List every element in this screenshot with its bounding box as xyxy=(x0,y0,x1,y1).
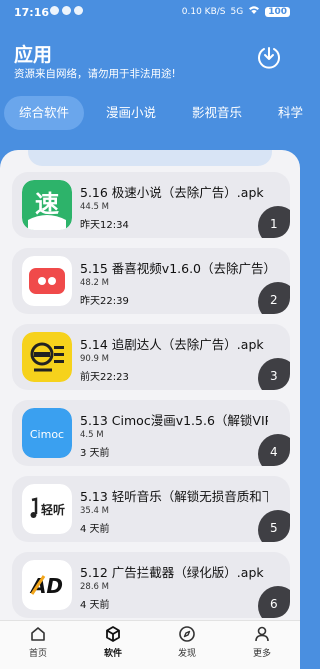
tab-comics-novels[interactable]: 漫画小说 xyxy=(94,96,168,130)
app-icon-text: Cimoc xyxy=(30,428,64,441)
app-card[interactable]: 轻听 5.13 轻听音乐（解锁无损音质和下载）.apk 35.4 M 4 天前 … xyxy=(12,476,290,542)
app-card[interactable]: 速 5.16 极速小说（去除广告）.apk 44.5 M 昨天12:34 1 xyxy=(12,172,290,238)
app-card[interactable]: 5.15 番喜视频v1.6.0（去除广告）.apk 48.2 M 昨天22:39… xyxy=(12,248,290,314)
app-icon-fanxi xyxy=(22,256,72,306)
app-size: 35.4 M xyxy=(80,506,109,516)
app-list-panel: 速 5.16 极速小说（去除广告）.apk 44.5 M 昨天12:34 1 5… xyxy=(0,150,300,620)
nav-discover-label: 发现 xyxy=(177,649,196,659)
app-size: 28.6 M xyxy=(80,582,109,592)
nav-software[interactable]: 软件 xyxy=(88,625,138,659)
battery-indicator: 100 xyxy=(265,6,290,17)
wifi-icon xyxy=(248,5,260,18)
cube-icon xyxy=(106,626,120,642)
user-icon xyxy=(255,626,269,642)
app-card[interactable]: Cimoc 5.13 Cimoc漫画v1.5.6（解锁VIP会员）.apk 4.… xyxy=(12,400,290,466)
app-size: 44.5 M xyxy=(80,202,109,212)
rank-badge: 4 xyxy=(258,434,290,466)
tab-general-software[interactable]: 综合软件 xyxy=(4,96,84,130)
app-date: 3 天前 xyxy=(80,448,110,459)
app-icon-cimoc: Cimoc xyxy=(22,408,72,458)
rank-badge: 5 xyxy=(258,510,290,542)
app-size: 4.5 M xyxy=(80,430,104,440)
notification-icons xyxy=(50,6,83,15)
rank-badge: 2 xyxy=(258,282,290,314)
download-icon xyxy=(258,47,280,69)
app-icon-jisu: 速 xyxy=(22,180,72,230)
app-card[interactable]: 5.14 追剧达人（去除广告）.apk 90.9 M 前天22:23 3 xyxy=(12,324,290,390)
network-type: 5G xyxy=(230,6,244,17)
page-subtitle: 资源来自网络，请勿用于非法用途! xyxy=(14,68,176,80)
status-right: 0.10 KB/S 5G 100 xyxy=(182,5,290,18)
notification-icon xyxy=(74,6,83,15)
home-icon xyxy=(31,627,45,641)
app-icon-text: AD xyxy=(29,574,63,598)
page-title: 应用 xyxy=(14,44,53,66)
tab-video-music[interactable]: 影视音乐 xyxy=(180,96,254,130)
nav-software-label: 软件 xyxy=(103,649,122,659)
rank-badge: 6 xyxy=(258,586,290,618)
app-size: 90.9 M xyxy=(80,354,109,364)
tab-science[interactable]: 科学 xyxy=(268,96,308,130)
nav-home[interactable]: 首页 xyxy=(13,625,63,659)
app-name: 5.14 追剧达人（去除广告）.apk xyxy=(80,337,264,352)
download-button[interactable] xyxy=(256,44,282,70)
compass-icon xyxy=(179,626,195,642)
status-bar: 17:16 0.10 KB/S 5G 100 xyxy=(0,0,300,26)
status-time: 17:16 xyxy=(14,6,50,19)
app-card[interactable]: AD 5.12 广告拦截器（绿化版）.apk 28.6 M 4 天前 6 xyxy=(12,552,290,618)
app-date: 4 天前 xyxy=(80,524,110,535)
network-speed: 0.10 KB/S xyxy=(181,6,226,17)
notification-icon xyxy=(62,6,71,15)
app-icon-text: 速 xyxy=(35,190,59,218)
nav-more[interactable]: 更多 xyxy=(237,625,287,659)
app-header: 17:16 0.10 KB/S 5G 100 应用 资源来自网络，请勿用于非法用… xyxy=(0,0,303,150)
app-date: 昨天12:34 xyxy=(80,220,129,231)
notification-icon xyxy=(50,6,59,15)
app-name: 5.13 Cimoc漫画v1.5.6（解锁VIP会员）.apk xyxy=(80,413,268,428)
app-name: 5.15 番喜视频v1.6.0（去除广告）.apk xyxy=(80,261,268,276)
category-tabs: 综合软件 漫画小说 影视音乐 科学 xyxy=(0,96,303,132)
nav-home-label: 首页 xyxy=(28,649,47,659)
app-size: 48.2 M xyxy=(80,278,109,288)
panel-header-strip xyxy=(28,150,272,166)
app-icon-adblocker: AD xyxy=(22,560,72,610)
rank-badge: 3 xyxy=(258,358,290,390)
app-name: 5.13 轻听音乐（解锁无损音质和下载）.apk xyxy=(80,489,268,504)
app-icon-qingting: 轻听 xyxy=(22,484,72,534)
nav-more-label: 更多 xyxy=(252,649,271,659)
nav-discover[interactable]: 发现 xyxy=(162,625,212,659)
app-date: 昨天22:39 xyxy=(80,296,129,307)
rank-badge: 1 xyxy=(258,206,290,238)
app-icon-text: 轻听 xyxy=(41,502,65,517)
app-date: 4 天前 xyxy=(80,600,110,611)
app-icon-zhuiju xyxy=(22,332,72,382)
bottom-navigation: 首页 软件 发现 更多 xyxy=(0,620,300,669)
app-name: 5.12 广告拦截器（绿化版）.apk xyxy=(80,565,264,580)
app-name: 5.16 极速小说（去除广告）.apk xyxy=(80,185,264,200)
app-date: 前天22:23 xyxy=(80,372,129,383)
